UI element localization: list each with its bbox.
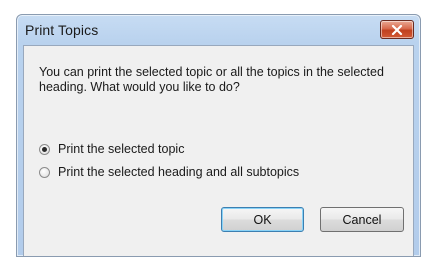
close-icon xyxy=(391,24,403,35)
radio-option-heading-and-subtopics[interactable]: Print the selected heading and all subto… xyxy=(39,165,299,179)
radio-button-checked[interactable] xyxy=(39,143,50,155)
radio-button-unchecked[interactable] xyxy=(39,166,50,178)
ok-button[interactable]: OK xyxy=(221,207,304,232)
close-button[interactable] xyxy=(380,20,414,39)
print-topics-dialog: Print Topics You can print the selected … xyxy=(16,14,421,257)
window-title: Print Topics xyxy=(25,22,99,38)
radio-label-heading-and-subtopics[interactable]: Print the selected heading and all subto… xyxy=(58,165,299,179)
title-bar[interactable]: Print Topics xyxy=(17,15,420,45)
radio-option-selected-topic[interactable]: Print the selected topic xyxy=(39,142,184,156)
dialog-body: You can print the selected topic or all … xyxy=(23,45,414,256)
cancel-button[interactable]: Cancel xyxy=(320,207,404,232)
radio-label-selected-topic[interactable]: Print the selected topic xyxy=(58,142,184,156)
dialog-message: You can print the selected topic or all … xyxy=(39,65,384,94)
radio-dot-icon xyxy=(42,146,47,152)
